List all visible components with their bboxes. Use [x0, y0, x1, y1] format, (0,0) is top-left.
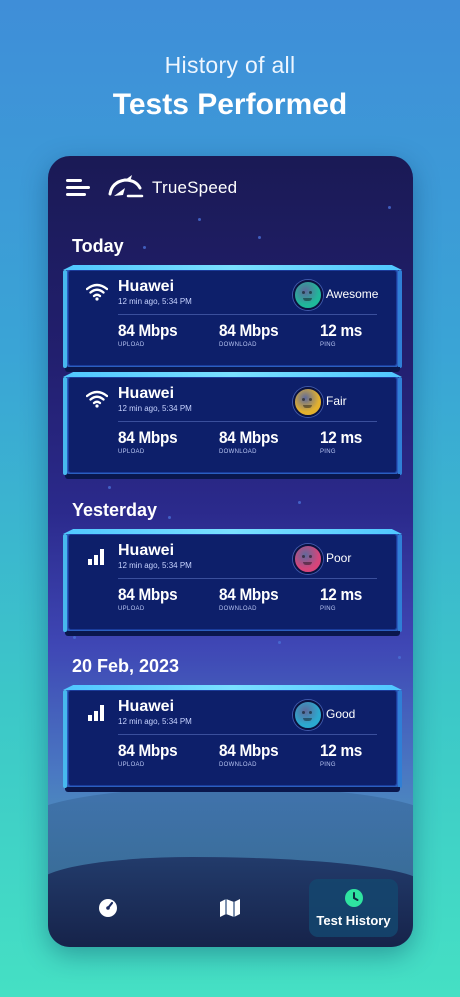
download-value: 84 Mbps — [219, 741, 279, 760]
ping-metric: 12 ms PING — [320, 585, 367, 612]
wifi-icon — [86, 283, 108, 301]
section-title-date: 20 Feb, 2023 — [72, 656, 180, 676]
ping-label: PING — [320, 606, 336, 612]
test-time: 12 min ago, 5:34 PM — [118, 717, 192, 726]
download-label: DOWNLOAD — [219, 449, 257, 455]
test-time: 12 min ago, 5:34 PM — [118, 297, 192, 306]
download-value: 84 Mbps — [219, 321, 279, 340]
nav-test-history[interactable]: Test History — [309, 879, 398, 937]
mood-face-icon — [293, 280, 323, 310]
card-edge — [398, 690, 402, 788]
mood-label: Fair — [326, 394, 347, 408]
menu-icon[interactable] — [66, 177, 90, 199]
upload-value: 84 Mbps — [118, 428, 178, 447]
card-edge — [398, 270, 402, 368]
device-name: Huawei — [118, 385, 175, 402]
device-name: Huawei — [118, 542, 175, 559]
upload-label: UPLOAD — [118, 342, 145, 348]
ping-value: 12 ms — [320, 428, 363, 447]
signal-bars-icon — [88, 705, 104, 721]
download-metric: 84 Mbps DOWNLOAD — [219, 585, 285, 612]
mood-face-icon — [293, 387, 323, 417]
nav-map[interactable] — [200, 879, 260, 937]
ping-value: 12 ms — [320, 741, 363, 760]
signal-bars-icon — [88, 549, 104, 565]
upload-label: UPLOAD — [118, 449, 145, 455]
upload-value: 84 Mbps — [118, 741, 178, 760]
ping-metric: 12 ms PING — [320, 428, 367, 455]
upload-metric: 84 Mbps UPLOAD — [118, 741, 184, 768]
mood-face-icon — [293, 544, 323, 574]
card-edge — [65, 631, 400, 636]
map-icon — [220, 899, 240, 917]
upload-value: 84 Mbps — [118, 585, 178, 604]
mood-label: Poor — [326, 551, 352, 565]
test-result-card[interactable]: Huawei 12 min ago, 5:34 PM Awesome 84 Mb… — [63, 268, 402, 372]
bottom-nav: Test History — [48, 879, 413, 939]
card-edge — [65, 367, 400, 372]
test-result-card[interactable]: Huawei 12 min ago, 5:34 PM Good 84 Mbps … — [63, 688, 402, 792]
ping-metric: 12 ms PING — [320, 741, 367, 768]
truespeed-logo-icon — [108, 175, 144, 198]
divider — [118, 314, 377, 315]
ping-metric: 12 ms PING — [320, 321, 367, 348]
mood-face-icon — [293, 700, 323, 730]
download-label: DOWNLOAD — [219, 606, 257, 612]
divider — [118, 734, 377, 735]
phone-screen: TrueSpeed Today Yesterday 20 Feb, 2023 H… — [48, 156, 413, 947]
divider — [118, 578, 377, 579]
nav-speed-test[interactable] — [78, 879, 138, 937]
speedometer-icon — [99, 899, 117, 917]
wifi-icon — [86, 390, 108, 408]
download-metric: 84 Mbps DOWNLOAD — [219, 321, 285, 348]
brand-name: TrueSpeed — [152, 178, 238, 197]
ping-value: 12 ms — [320, 321, 363, 340]
download-metric: 84 Mbps DOWNLOAD — [219, 741, 285, 768]
card-edge — [65, 474, 400, 479]
upload-metric: 84 Mbps UPLOAD — [118, 428, 184, 455]
test-result-card[interactable]: Huawei 12 min ago, 5:34 PM Poor 84 Mbps … — [63, 532, 402, 636]
mood-label: Good — [326, 707, 356, 721]
test-time: 12 min ago, 5:34 PM — [118, 561, 192, 570]
section-title-today: Today — [72, 236, 124, 256]
ping-value: 12 ms — [320, 585, 363, 604]
test-result-card[interactable]: Huawei 12 min ago, 5:34 PM Fair 84 Mbps … — [63, 375, 402, 479]
download-value: 84 Mbps — [219, 585, 279, 604]
download-value: 84 Mbps — [219, 428, 279, 447]
ping-label: PING — [320, 342, 336, 348]
nav-test-history-label: Test History — [316, 913, 391, 928]
mood-label: Awesome — [326, 287, 379, 301]
download-label: DOWNLOAD — [219, 762, 257, 768]
device-name: Huawei — [118, 698, 175, 715]
upload-value: 84 Mbps — [118, 321, 178, 340]
ping-label: PING — [320, 449, 336, 455]
card-edge — [65, 787, 400, 792]
hero-subtitle: History of all — [164, 52, 296, 78]
ping-label: PING — [320, 762, 336, 768]
upload-label: UPLOAD — [118, 606, 145, 612]
clock-icon — [344, 889, 363, 907]
section-title-yesterday: Yesterday — [72, 500, 158, 520]
hero-title: Tests Performed — [112, 88, 348, 121]
card-edge — [398, 534, 402, 632]
card-edge — [398, 377, 402, 475]
upload-metric: 84 Mbps UPLOAD — [118, 321, 184, 348]
download-label: DOWNLOAD — [219, 342, 257, 348]
divider — [118, 421, 377, 422]
device-name: Huawei — [118, 278, 175, 295]
upload-metric: 84 Mbps UPLOAD — [118, 585, 184, 612]
test-time: 12 min ago, 5:34 PM — [118, 404, 192, 413]
download-metric: 84 Mbps DOWNLOAD — [219, 428, 285, 455]
upload-label: UPLOAD — [118, 762, 145, 768]
app-header: TrueSpeed — [66, 174, 395, 202]
